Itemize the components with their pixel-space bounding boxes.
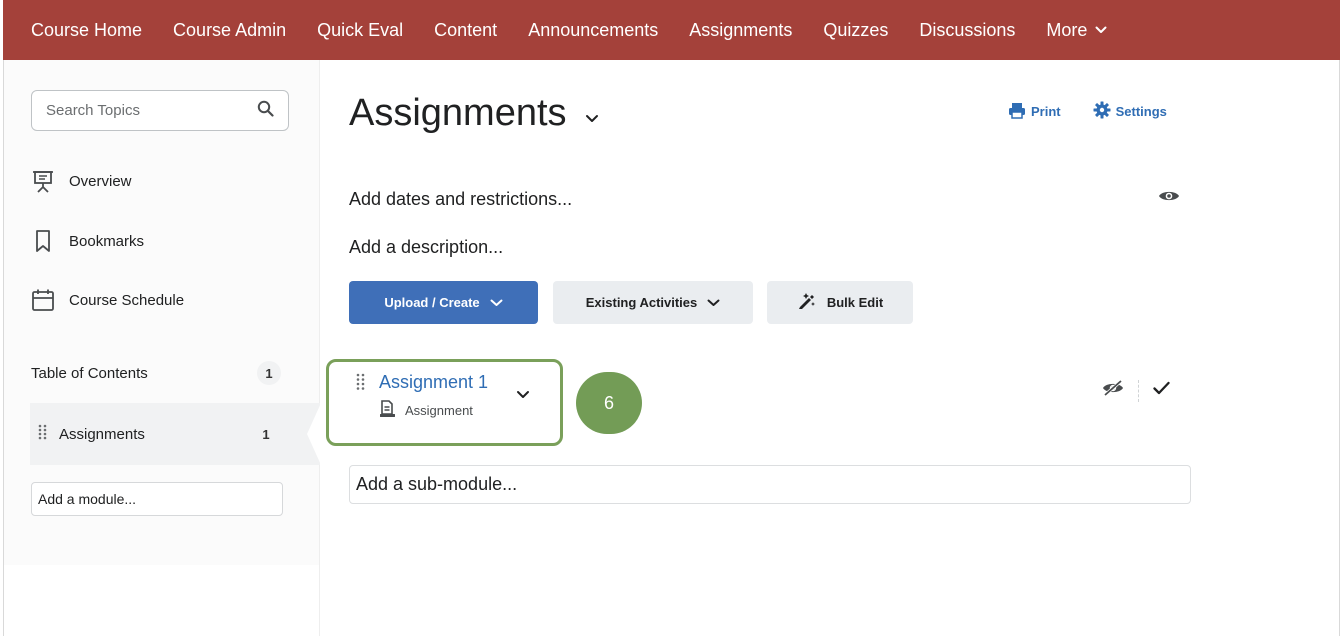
- nav-quick-eval[interactable]: Quick Eval: [317, 20, 403, 41]
- sidebar-table-of-contents[interactable]: Table of Contents 1: [31, 361, 281, 385]
- upload-create-label: Upload / Create: [384, 295, 480, 310]
- sidebar-item-label: Course Schedule: [69, 291, 185, 309]
- nav-discussions[interactable]: Discussions: [919, 20, 1015, 41]
- upload-create-button[interactable]: Upload / Create: [349, 281, 538, 324]
- assignment-type: Assignment: [379, 400, 473, 421]
- drag-handle-icon[interactable]: [356, 373, 365, 396]
- actions-separator: [1138, 379, 1139, 402]
- calendar-icon: [31, 288, 55, 312]
- nav-quizzes[interactable]: Quizzes: [823, 20, 888, 41]
- existing-activities-button[interactable]: Existing Activities: [553, 281, 753, 324]
- step-number-badge: 6: [576, 372, 642, 434]
- add-dates-link[interactable]: Add dates and restrictions...: [349, 189, 572, 210]
- nav-course-home[interactable]: Course Home: [31, 20, 142, 41]
- frame-border-right: [1339, 60, 1340, 636]
- bookmark-icon: [31, 229, 55, 253]
- sidebar-item-course-schedule[interactable]: Course Schedule: [31, 288, 184, 312]
- add-sub-module-input[interactable]: Add a sub-module...: [349, 465, 1191, 504]
- assignment-item-card[interactable]: Assignment 1 Assignment: [326, 359, 563, 446]
- chevron-down-icon[interactable]: [516, 386, 530, 404]
- nav-more-label: More: [1046, 19, 1088, 40]
- sidebar-item-overview[interactable]: Overview: [31, 169, 132, 193]
- add-description-link[interactable]: Add a description...: [349, 237, 503, 258]
- checkmark-icon[interactable]: [1153, 381, 1170, 400]
- gear-icon: [1093, 101, 1111, 122]
- nav-announcements[interactable]: Announcements: [528, 20, 658, 41]
- nav-course-admin[interactable]: Course Admin: [173, 20, 286, 41]
- assignment-type-label: Assignment: [405, 403, 473, 418]
- eye-icon[interactable]: [1158, 188, 1180, 209]
- chevron-down-icon: [1095, 26, 1107, 34]
- settings-label: Settings: [1115, 104, 1167, 119]
- nav-more-menu[interactable]: More: [1046, 20, 1107, 41]
- page-actions: Print Settings: [1008, 101, 1167, 122]
- assignment-row-actions: [1102, 378, 1170, 403]
- sidebar-item-bookmarks[interactable]: Bookmarks: [31, 229, 144, 253]
- module-count-badge: 1: [262, 426, 270, 442]
- assignment-document-icon: [379, 400, 396, 421]
- toc-label: Table of Contents: [31, 364, 148, 382]
- chevron-down-icon: [707, 295, 720, 310]
- add-module-input[interactable]: Add a module...: [31, 482, 283, 516]
- nav-assignments[interactable]: Assignments: [689, 20, 792, 41]
- toc-count-badge: 1: [257, 361, 281, 385]
- drag-handle-icon[interactable]: [38, 424, 47, 444]
- search-topics-input[interactable]: [46, 102, 236, 119]
- visibility-hidden-icon[interactable]: [1102, 378, 1124, 403]
- sidebar-divider: [319, 60, 320, 636]
- page-title-group: Assignments: [349, 92, 599, 135]
- print-label: Print: [1031, 104, 1061, 119]
- chevron-down-icon[interactable]: [585, 114, 599, 123]
- active-indicator: [307, 403, 321, 465]
- sidebar-item-label: Bookmarks: [69, 232, 145, 250]
- search-icon[interactable]: [257, 100, 274, 122]
- module-label: Assignments: [59, 425, 145, 443]
- presentation-icon: [31, 169, 55, 193]
- bulk-edit-label: Bulk Edit: [826, 295, 884, 310]
- existing-activities-label: Existing Activities: [585, 295, 698, 310]
- bulk-edit-icon: [797, 292, 817, 313]
- chevron-down-icon: [490, 295, 503, 310]
- page-title: Assignments: [349, 92, 567, 134]
- bulk-edit-button[interactable]: Bulk Edit: [767, 281, 913, 324]
- sidebar-item-label: Overview: [69, 172, 132, 190]
- printer-icon: [1008, 102, 1026, 122]
- sidebar-module-assignments[interactable]: Assignments 1: [30, 403, 321, 465]
- assignment-title-link[interactable]: Assignment 1: [379, 372, 488, 393]
- nav-content[interactable]: Content: [434, 20, 497, 41]
- print-button[interactable]: Print: [1008, 102, 1061, 122]
- settings-button[interactable]: Settings: [1093, 101, 1167, 122]
- course-navbar: Course Home Course Admin Quick Eval Cont…: [3, 0, 1340, 60]
- search-topics-box: [31, 90, 289, 131]
